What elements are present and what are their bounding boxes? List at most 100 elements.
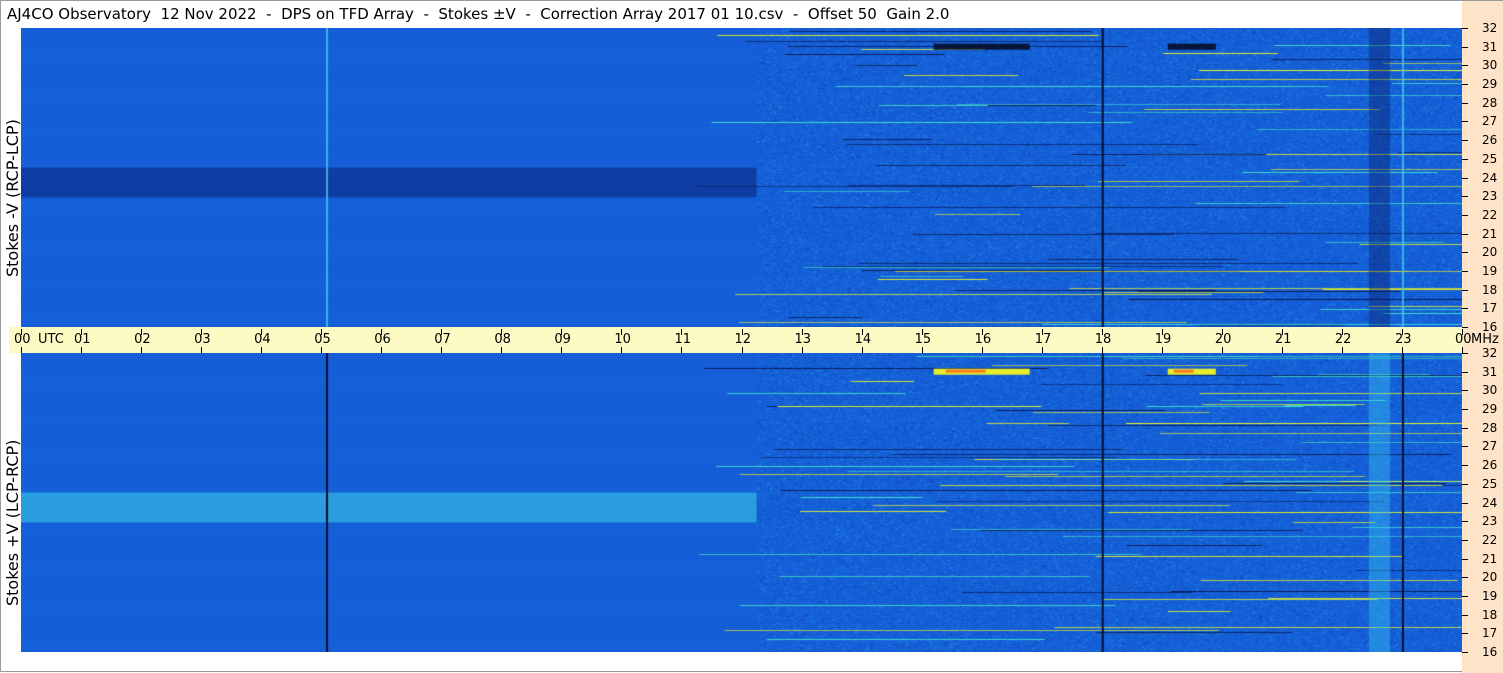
frequency-tick-mark [1462, 596, 1468, 597]
time-tick-mark [802, 347, 803, 353]
frequency-tick-label: 29 [1482, 402, 1498, 416]
time-tick-mark [1342, 329, 1343, 335]
time-tick-label: 16 [974, 332, 992, 347]
time-tick-mark [141, 329, 142, 335]
time-tick-label: 23 [1394, 332, 1412, 347]
time-tick-label: MHz [1471, 332, 1499, 347]
frequency-tick-label: 32 [1482, 21, 1498, 35]
time-tick-mark [321, 347, 322, 353]
frequency-tick-label: 26 [1482, 458, 1498, 472]
bottom-spectrogram [21, 353, 1462, 652]
time-tick-mark [261, 329, 262, 335]
frequency-tick-label: 19 [1482, 589, 1498, 603]
time-tick-mark [621, 329, 622, 335]
time-tick-mark [201, 347, 202, 353]
time-tick-label: 01 [74, 332, 91, 347]
frequency-tick-label: 16 [1482, 320, 1498, 334]
time-tick-mark [21, 347, 22, 353]
frequency-tick-label: 18 [1482, 608, 1498, 622]
time-tick-mark [441, 329, 442, 335]
frequency-tick-label: 26 [1482, 133, 1498, 147]
time-tick-mark [141, 347, 142, 353]
frequency-tick-label: 23 [1482, 189, 1498, 203]
time-tick-label: 20 [1214, 332, 1232, 347]
time-tick-mark [21, 329, 22, 335]
time-tick-mark [501, 347, 502, 353]
time-tick-mark [321, 329, 322, 335]
frequency-tick-label: 32 [1482, 346, 1498, 360]
frequency-tick-mark [1462, 290, 1468, 291]
frequency-tick-label: 20 [1482, 245, 1498, 259]
chart-title: AJ4CO Observatory 12 Nov 2022 - DPS on T… [7, 5, 950, 23]
time-tick-label: 10 [614, 332, 631, 347]
frequency-tick-mark [1462, 65, 1468, 66]
frequency-tick-mark [1462, 196, 1468, 197]
frequency-tick-label: 25 [1482, 152, 1498, 166]
frequency-tick-mark [1462, 577, 1468, 578]
time-tick-mark [261, 347, 262, 353]
time-tick-mark [501, 329, 502, 335]
time-tick-mark [681, 329, 682, 335]
frequency-tick-label: 23 [1482, 514, 1498, 528]
frequency-tick-label: 25 [1482, 477, 1498, 491]
frequency-tick-mark [1462, 409, 1468, 410]
time-tick-mark [1402, 347, 1403, 353]
time-tick-mark [1402, 329, 1403, 335]
time-tick-mark [1222, 347, 1223, 353]
time-tick-mark [742, 347, 743, 353]
frequency-tick-label: 24 [1482, 171, 1498, 185]
time-tick-mark [1462, 329, 1463, 335]
frequency-tick-mark [1462, 308, 1468, 309]
time-tick-mark [201, 329, 202, 335]
frequency-tick-label: 22 [1482, 208, 1498, 222]
time-tick-label: 11 [674, 332, 691, 347]
time-tick-label: 00 [1455, 332, 1472, 347]
frequency-tick-mark [1462, 271, 1468, 272]
time-tick-mark [982, 347, 983, 353]
frequency-tick-label: 30 [1482, 58, 1498, 72]
time-tick-mark [1222, 329, 1223, 335]
frequency-tick-mark [1462, 540, 1468, 541]
top-spectrogram [21, 28, 1462, 327]
bottom-panel-ylabel: Stokes +V (LCP-RCP) [3, 439, 22, 606]
frequency-tick-mark [1462, 47, 1468, 48]
time-tick-label: 04 [254, 332, 271, 347]
frequency-tick-mark [1462, 633, 1468, 634]
frequency-tick-mark [1462, 428, 1468, 429]
frequency-tick-label: 17 [1482, 301, 1498, 315]
frequency-tick-mark [1462, 84, 1468, 85]
frequency-tick-label: 28 [1482, 96, 1498, 110]
frequency-tick-label: 18 [1482, 283, 1498, 297]
time-tick-label: 05 [314, 332, 331, 347]
top-panel-ylabel: Stokes -V (RCP-LCP) [3, 119, 22, 277]
frequency-tick-label: 30 [1482, 383, 1498, 397]
time-tick-label: 08 [494, 332, 511, 347]
time-tick-label: UTC [38, 332, 64, 347]
time-tick-mark [1042, 329, 1043, 335]
time-tick-label: 19 [1154, 332, 1172, 347]
frequency-tick-label: 21 [1482, 227, 1498, 241]
time-tick-label: 03 [194, 332, 211, 347]
time-tick-label: 02 [134, 332, 151, 347]
frequency-tick-label: 28 [1482, 421, 1498, 435]
time-tick-mark [81, 329, 82, 335]
frequency-tick-mark [1462, 465, 1468, 466]
bottom-heatmap-canvas [21, 353, 1462, 652]
time-tick-label: 09 [554, 332, 571, 347]
time-tick-label: 18 [1094, 332, 1112, 347]
frequency-tick-label: 20 [1482, 570, 1498, 584]
frequency-tick-label: 27 [1482, 114, 1498, 128]
frequency-tick-label: 24 [1482, 496, 1498, 510]
time-tick-mark [1282, 347, 1283, 353]
time-tick-mark [441, 347, 442, 353]
spectrogram-window: AJ4CO Observatory 12 Nov 2022 - DPS on T… [0, 0, 1503, 673]
time-tick-label: 14 [854, 332, 872, 347]
time-tick-mark [1102, 347, 1103, 353]
time-tick-mark [922, 329, 923, 335]
time-tick-label: 22 [1334, 332, 1352, 347]
frequency-tick-label: 17 [1482, 626, 1498, 640]
time-tick-mark [922, 347, 923, 353]
time-tick-mark [742, 329, 743, 335]
frequency-tick-mark [1462, 178, 1468, 179]
time-tick-label: 17 [1034, 332, 1052, 347]
